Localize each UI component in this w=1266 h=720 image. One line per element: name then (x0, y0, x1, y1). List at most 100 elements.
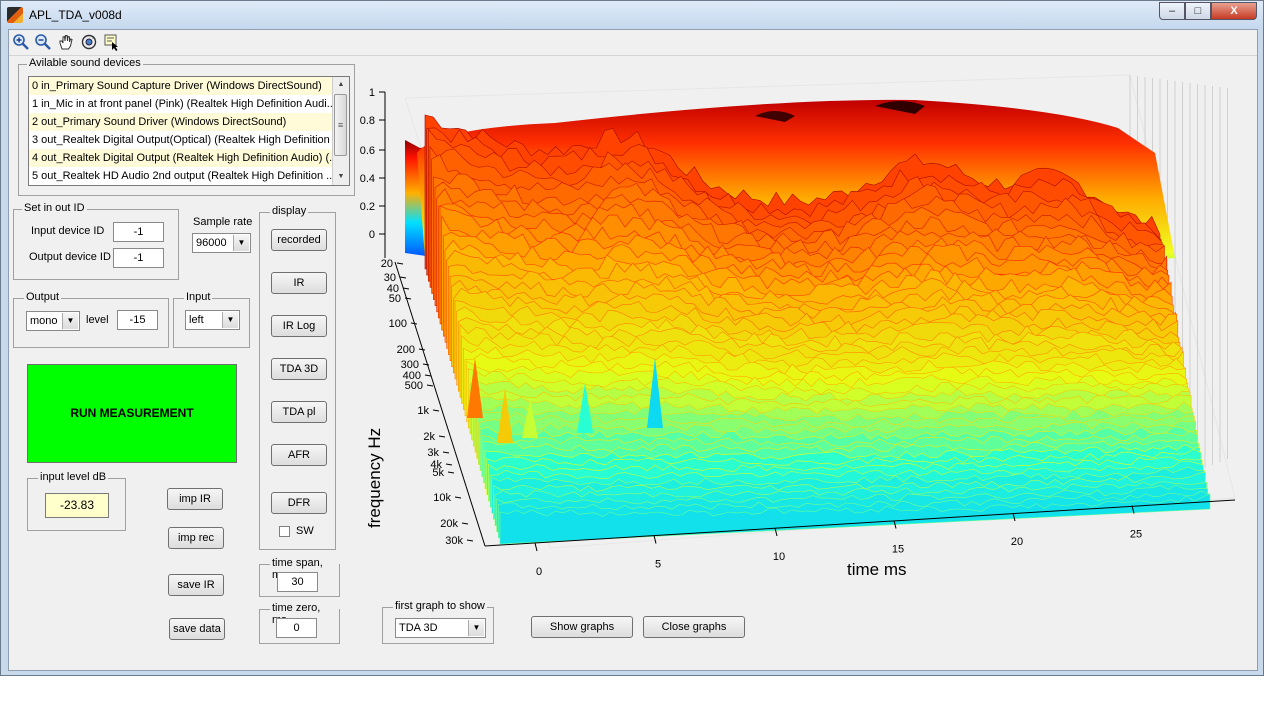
set-io-legend: Set in out ID (22, 202, 87, 214)
time-tick (534, 542, 538, 552)
dropdown-arrow-icon: ▼ (62, 313, 78, 329)
frequency-tick-label: 20 (381, 258, 393, 270)
device-item[interactable]: 0 in_Primary Sound Capture Driver (Windo… (29, 77, 337, 95)
dfr-button[interactable]: DFR (271, 492, 327, 514)
output-mode-select[interactable]: mono ▼ (26, 311, 80, 331)
tda-3d-waterfall-plot[interactable]: 00.20.40.60.81203040501002003004005001k2… (355, 58, 1250, 588)
sample-rate-value: 96000 (196, 237, 227, 249)
close-button[interactable]: X (1211, 2, 1257, 20)
time-axis-label: time ms (847, 560, 907, 579)
frequency-tick-label: 30k (445, 535, 463, 547)
input-device-field[interactable]: -1 (113, 222, 164, 242)
device-item[interactable]: 4 out_Realtek Digital Output (Realtek Hi… (29, 149, 337, 167)
zoom-out-icon[interactable] (34, 33, 52, 51)
close-graphs-button[interactable]: Close graphs (643, 616, 745, 638)
time-tick-label: 5 (655, 559, 661, 571)
input-legend: Input (184, 291, 213, 303)
title-bar[interactable]: APL_TDA_v008d ‒ □ X (1, 1, 1263, 29)
device-item[interactable]: 5 out_Realtek HD Audio 2nd output (Realt… (29, 167, 337, 185)
frequency-tick (461, 522, 469, 525)
z-tick-label: 0 (369, 229, 375, 241)
frequency-tick-label: 10k (433, 492, 451, 504)
zoom-in-icon[interactable] (12, 33, 30, 51)
first-graph-legend: first graph to show (393, 600, 487, 612)
sw-label: SW (296, 525, 314, 537)
frequency-tick (466, 539, 474, 542)
frequency-tick (447, 471, 455, 474)
frequency-tick (432, 409, 440, 412)
sw-checkbox[interactable] (279, 526, 290, 537)
output-mode-value: mono (30, 315, 58, 327)
imp-ir-button[interactable]: imp IR (167, 488, 223, 510)
sample-rate-label: Sample rate (193, 216, 253, 228)
sample-rate-select[interactable]: 96000 ▼ (192, 233, 251, 253)
time-zero-field[interactable]: 0 (276, 618, 317, 638)
save-data-button[interactable]: save data (169, 618, 225, 640)
scroll-thumb[interactable]: ≡ (334, 94, 347, 156)
device-item[interactable]: 1 in_Mic in at front panel (Pink) (Realt… (29, 95, 337, 113)
data-cursor-icon[interactable] (103, 33, 121, 51)
frequency-tick (404, 297, 412, 300)
show-graphs-button[interactable]: Show graphs (531, 616, 633, 638)
ir-log-button[interactable]: IR Log (271, 315, 327, 337)
time-tick-label: 20 (1011, 536, 1023, 548)
frequency-tick-label: 1k (417, 405, 429, 417)
frequency-tick (442, 451, 450, 454)
device-item[interactable]: 2 out_Primary Sound Driver (Windows Dire… (29, 113, 337, 131)
dropdown-arrow-icon: ▼ (222, 312, 238, 328)
minimize-button[interactable]: ‒ (1159, 2, 1185, 20)
frequency-tick-label: 50 (389, 293, 401, 305)
pan-hand-icon[interactable] (57, 33, 75, 51)
time-tick-label: 0 (536, 566, 542, 578)
input-channel-value: left (189, 314, 204, 326)
first-graph-select[interactable]: TDA 3D ▼ (395, 618, 486, 638)
output-level-field[interactable]: -15 (117, 310, 158, 330)
time-tick (653, 535, 657, 544)
recorded-button[interactable]: recorded (271, 229, 327, 251)
frequency-tick-label: 3k (427, 447, 439, 459)
frequency-tick (396, 262, 404, 265)
afr-button[interactable]: AFR (271, 444, 327, 466)
imp-rec-button[interactable]: imp rec (168, 527, 224, 549)
time-tick-label: 15 (892, 544, 904, 556)
input-level-legend: input level dB (38, 471, 109, 483)
scroll-up-icon[interactable]: ▲ (333, 77, 349, 93)
level-label: level (86, 314, 109, 326)
frequency-tick-label: 20k (440, 518, 458, 530)
set-io-panel: Set in out ID (13, 202, 179, 280)
z-tick-label: 0.4 (360, 173, 375, 185)
run-measurement-button[interactable]: RUN MEASUREMENT (27, 364, 237, 463)
toolbar (9, 30, 1257, 54)
frequency-tick (399, 276, 407, 279)
display-legend: display (270, 205, 309, 217)
first-graph-value: TDA 3D (399, 622, 438, 634)
frequency-tick-label: 5k (432, 467, 444, 479)
z-tick-label: 0.2 (360, 201, 375, 213)
scroll-down-icon[interactable]: ▼ (333, 169, 349, 185)
devices-scrollbar[interactable]: ▲ ≡ ▼ (332, 77, 349, 185)
time-span-field[interactable]: 30 (277, 572, 318, 592)
device-item[interactable]: 3 out_Realtek Digital Output(Optical) (R… (29, 131, 337, 149)
frequency-tick (445, 463, 453, 466)
sound-devices-legend: Avilable sound devices (27, 57, 143, 69)
rotate-3d-icon[interactable] (80, 33, 98, 51)
frequency-tick-label: 500 (405, 380, 423, 392)
dropdown-arrow-icon: ▼ (468, 620, 484, 636)
tda-3d-button[interactable]: TDA 3D (271, 358, 327, 380)
waterfall-surface (405, 99, 1211, 545)
z-tick-label: 1 (369, 87, 375, 99)
frequency-tick (454, 496, 462, 499)
frequency-tick (438, 435, 446, 438)
output-device-label: Output device ID (29, 251, 111, 263)
maximize-button[interactable]: □ (1185, 2, 1211, 20)
save-ir-button[interactable]: save IR (168, 574, 224, 596)
time-tick-label: 25 (1130, 529, 1142, 541)
window-title: APL_TDA_v008d (29, 8, 122, 22)
frequency-tick-label: 200 (397, 344, 415, 356)
output-device-field[interactable]: -1 (113, 248, 164, 268)
sound-devices-listbox[interactable]: 0 in_Primary Sound Capture Driver (Windo… (28, 76, 350, 186)
toolbar-divider (9, 55, 1257, 56)
tda-pl-button[interactable]: TDA pl (271, 401, 327, 423)
input-channel-select[interactable]: left ▼ (185, 310, 240, 330)
ir-button[interactable]: IR (271, 272, 327, 294)
